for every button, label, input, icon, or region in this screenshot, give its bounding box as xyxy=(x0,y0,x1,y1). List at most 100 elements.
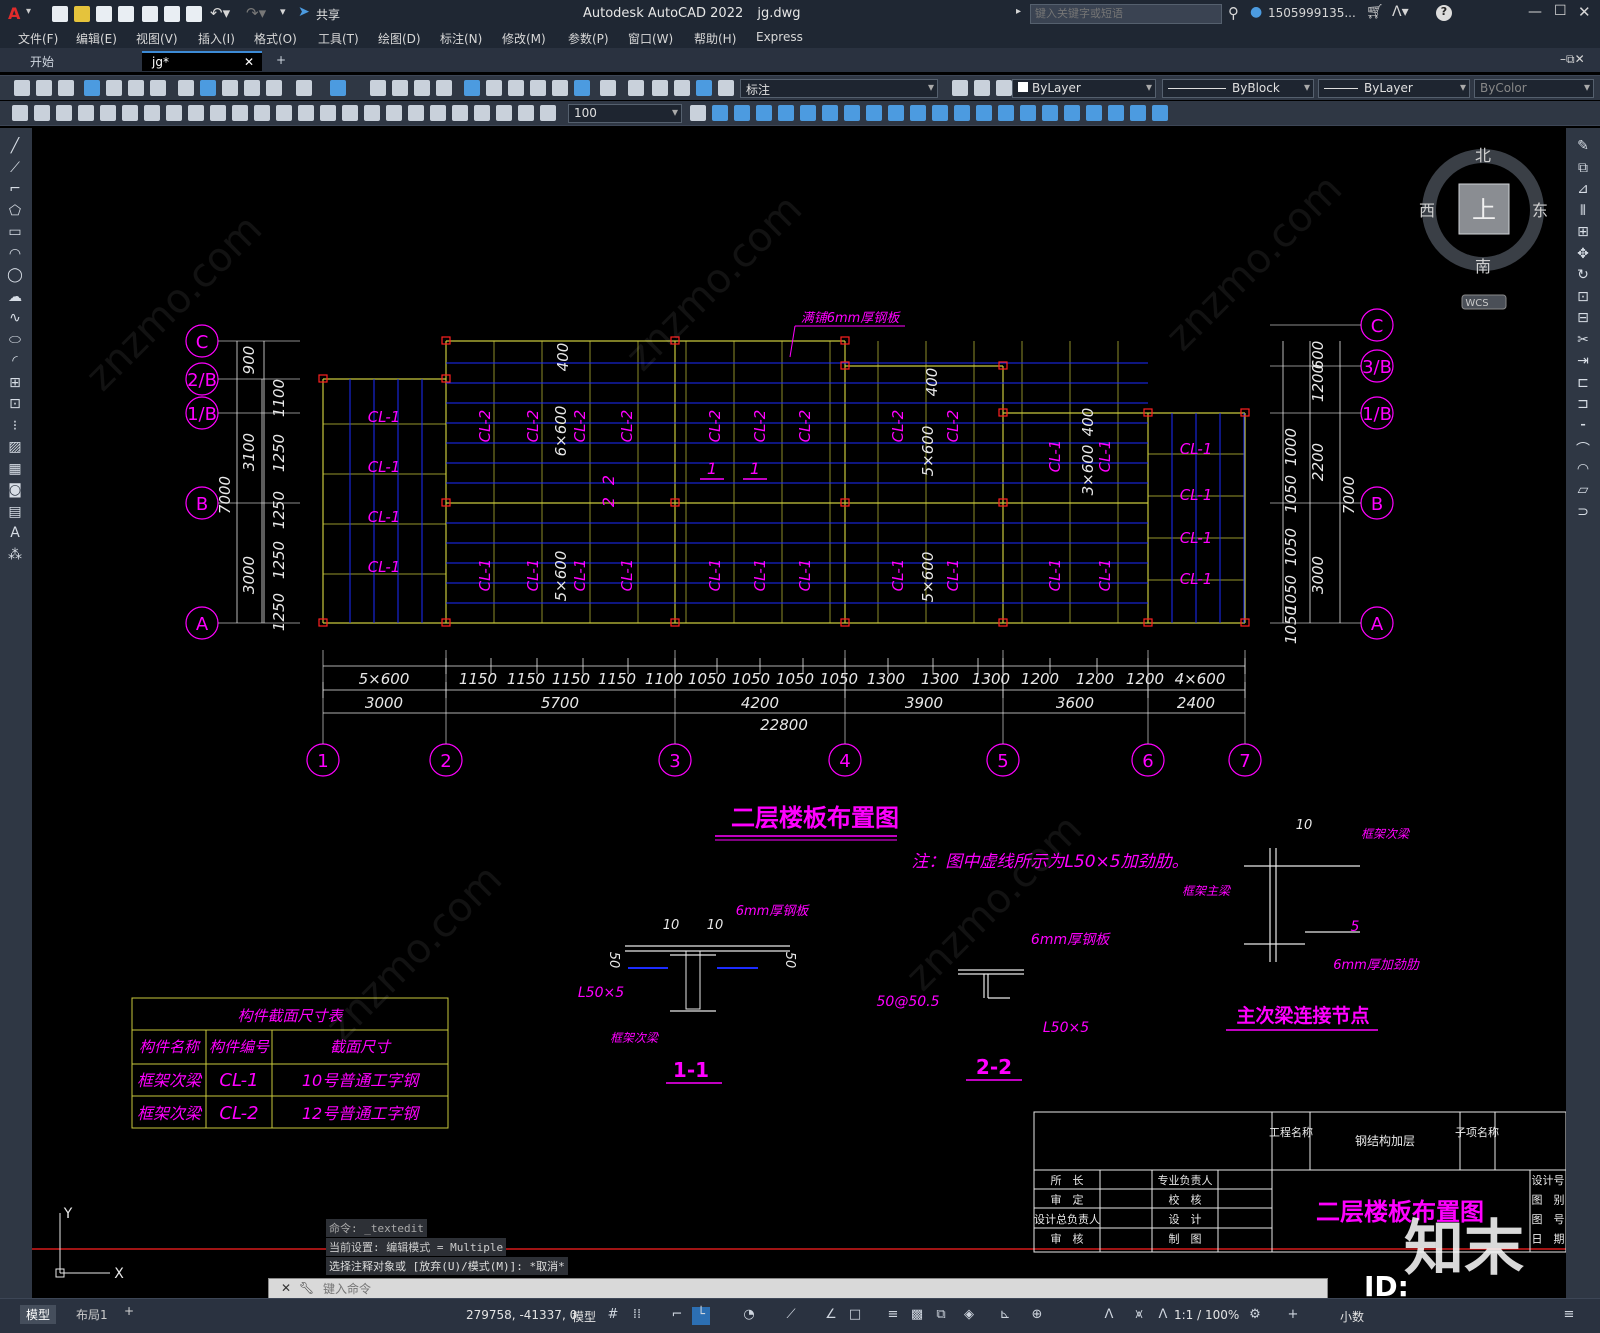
dim-tool-icon[interactable] xyxy=(888,105,904,121)
angle-icon[interactable]: ∠ xyxy=(822,1307,840,1325)
modify-tool-icon[interactable]: ↻ xyxy=(1574,267,1592,283)
dynamic-ucs-icon[interactable]: ⊾ xyxy=(996,1307,1014,1325)
dim-tool-icon[interactable] xyxy=(540,105,556,121)
command-close-icon[interactable]: ✕ xyxy=(281,1281,291,1295)
linetype-dropdown[interactable]: ByBlock ▾ xyxy=(1162,79,1314,98)
dim-tool-icon[interactable] xyxy=(320,105,336,121)
dim-tool-icon[interactable] xyxy=(364,105,380,121)
transparency-icon[interactable]: ▩ xyxy=(908,1307,926,1325)
layer-unisolate-icon[interactable] xyxy=(718,80,734,96)
maximize-icon[interactable]: ☐ xyxy=(1554,3,1567,19)
paste-icon[interactable] xyxy=(222,80,238,96)
help-icon[interactable] xyxy=(600,80,616,96)
dim-tool-icon[interactable] xyxy=(844,105,860,121)
selection-cycling-icon[interactable]: ⧉ xyxy=(932,1307,950,1325)
tab-layout1[interactable]: 布局1 xyxy=(70,1305,114,1324)
dim-tool-icon[interactable] xyxy=(690,105,706,121)
layer-state-icon[interactable] xyxy=(652,80,668,96)
draw-tool-icon[interactable]: ▭ xyxy=(6,224,24,240)
dim-tool-icon[interactable] xyxy=(474,105,490,121)
autoscale-icon[interactable]: ⩙ xyxy=(1130,1307,1148,1325)
snap-icon[interactable]: ⁞⁞ xyxy=(628,1307,646,1325)
open-icon[interactable] xyxy=(36,80,52,96)
dim-tool-icon[interactable] xyxy=(1108,105,1124,121)
dim-tool-icon[interactable] xyxy=(866,105,882,121)
redo-icon[interactable]: ↷▾ xyxy=(246,4,266,22)
app-menu-arrow-icon[interactable]: ▾ xyxy=(26,6,31,17)
menu-item[interactable]: 标注(N) xyxy=(440,30,482,47)
modify-tool-icon[interactable]: ✂ xyxy=(1574,332,1592,348)
modify-tool-icon[interactable]: ✥ xyxy=(1574,246,1592,262)
search-input[interactable] xyxy=(1030,4,1222,24)
dim-tool-icon[interactable] xyxy=(386,105,402,121)
dim-tool-icon[interactable] xyxy=(342,105,358,121)
draw-tool-icon[interactable]: ◯ xyxy=(6,267,24,283)
dim-tool-icon[interactable] xyxy=(800,105,816,121)
color-dropdown[interactable]: ByLayer ▾ xyxy=(1012,79,1156,98)
modify-tool-icon[interactable]: ▱ xyxy=(1574,482,1592,498)
menu-item[interactable]: 修改(M) xyxy=(502,30,546,47)
draw-tool-icon[interactable]: ⬠ xyxy=(6,203,24,219)
3dprint-icon[interactable] xyxy=(150,80,166,96)
zoom-realtime-icon[interactable] xyxy=(392,80,408,96)
menu-item[interactable]: 窗口(W) xyxy=(628,30,673,47)
zoom-window-icon[interactable] xyxy=(414,80,430,96)
dim-tool-icon[interactable] xyxy=(430,105,446,121)
customize-qat-icon[interactable]: ▾ xyxy=(280,5,286,18)
layer-previous-icon[interactable] xyxy=(996,80,1012,96)
draw-tool-icon[interactable]: ◜ xyxy=(6,353,24,369)
dim-tool-icon[interactable] xyxy=(210,105,226,121)
matchprop-icon[interactable] xyxy=(244,80,260,96)
menu-item[interactable]: 绘图(D) xyxy=(378,30,421,47)
modify-tool-icon[interactable]: ✎ xyxy=(1574,138,1592,154)
dim-tool-icon[interactable] xyxy=(910,105,926,121)
dim-tool-icon[interactable] xyxy=(1130,105,1146,121)
draw-tool-icon[interactable]: ◠ xyxy=(6,246,24,262)
layer-prev-icon[interactable] xyxy=(674,80,690,96)
units-display[interactable]: 小数 xyxy=(1340,1308,1364,1325)
dim-tool-icon[interactable] xyxy=(756,105,772,121)
dim-tool-icon[interactable] xyxy=(408,105,424,121)
gizmo-icon[interactable]: ⊕ xyxy=(1028,1307,1046,1325)
dim-tool-icon[interactable] xyxy=(976,105,992,121)
dim-tool-icon[interactable] xyxy=(56,105,72,121)
osnap-track-icon[interactable]: ⟋ xyxy=(782,1307,800,1325)
web-open-icon[interactable] xyxy=(142,6,158,22)
draw-tool-icon[interactable]: ⁂ xyxy=(6,547,24,563)
menu-item[interactable]: 文件(F) xyxy=(18,30,58,47)
menu-item[interactable]: Express xyxy=(756,30,803,44)
dim-tool-icon[interactable] xyxy=(78,105,94,121)
dim-tool-icon[interactable] xyxy=(34,105,50,121)
blockeditor-icon[interactable] xyxy=(266,80,282,96)
tab-model[interactable]: 模型 xyxy=(20,1305,57,1324)
zoom-previous-icon[interactable] xyxy=(436,80,452,96)
layer-manager-icon[interactable] xyxy=(628,80,644,96)
modify-tool-icon[interactable]: ⇥ xyxy=(1574,353,1592,369)
tab-jg[interactable]: jg* ✕ xyxy=(142,51,262,71)
web-save-icon[interactable] xyxy=(164,6,180,22)
properties-icon[interactable] xyxy=(464,80,480,96)
add-layout-icon[interactable]: + xyxy=(124,1304,134,1318)
modify-tool-icon[interactable]: ⧉ xyxy=(1574,160,1592,176)
annotation-visibility-icon[interactable]: ᐱ xyxy=(1100,1307,1118,1325)
new-icon[interactable] xyxy=(52,6,68,22)
draw-tool-icon[interactable]: A xyxy=(6,525,24,541)
dim-tool-icon[interactable] xyxy=(778,105,794,121)
annotation-monitor-icon[interactable]: + xyxy=(1284,1307,1302,1325)
new-icon[interactable] xyxy=(14,80,30,96)
grid-icon[interactable]: # xyxy=(604,1307,622,1325)
dim-tool-icon[interactable] xyxy=(1020,105,1036,121)
dim-tool-icon[interactable] xyxy=(954,105,970,121)
draw-tool-icon[interactable]: ⌐ xyxy=(6,181,24,197)
calc-icon[interactable] xyxy=(574,80,590,96)
draw-tool-icon[interactable]: ⁝ xyxy=(6,418,24,434)
markup-icon[interactable] xyxy=(552,80,568,96)
menu-item[interactable]: 参数(P) xyxy=(568,30,609,47)
dim-tool-icon[interactable] xyxy=(1042,105,1058,121)
annotation-scale[interactable]: 1:1 / 100% xyxy=(1174,1308,1239,1322)
tab-start[interactable]: 开始 xyxy=(20,51,140,71)
publish-icon[interactable] xyxy=(128,80,144,96)
undo-icon[interactable]: ↶▾ xyxy=(210,4,230,22)
dim-tool-icon[interactable] xyxy=(496,105,512,121)
draw-tool-icon[interactable]: ⬭ xyxy=(6,332,24,348)
